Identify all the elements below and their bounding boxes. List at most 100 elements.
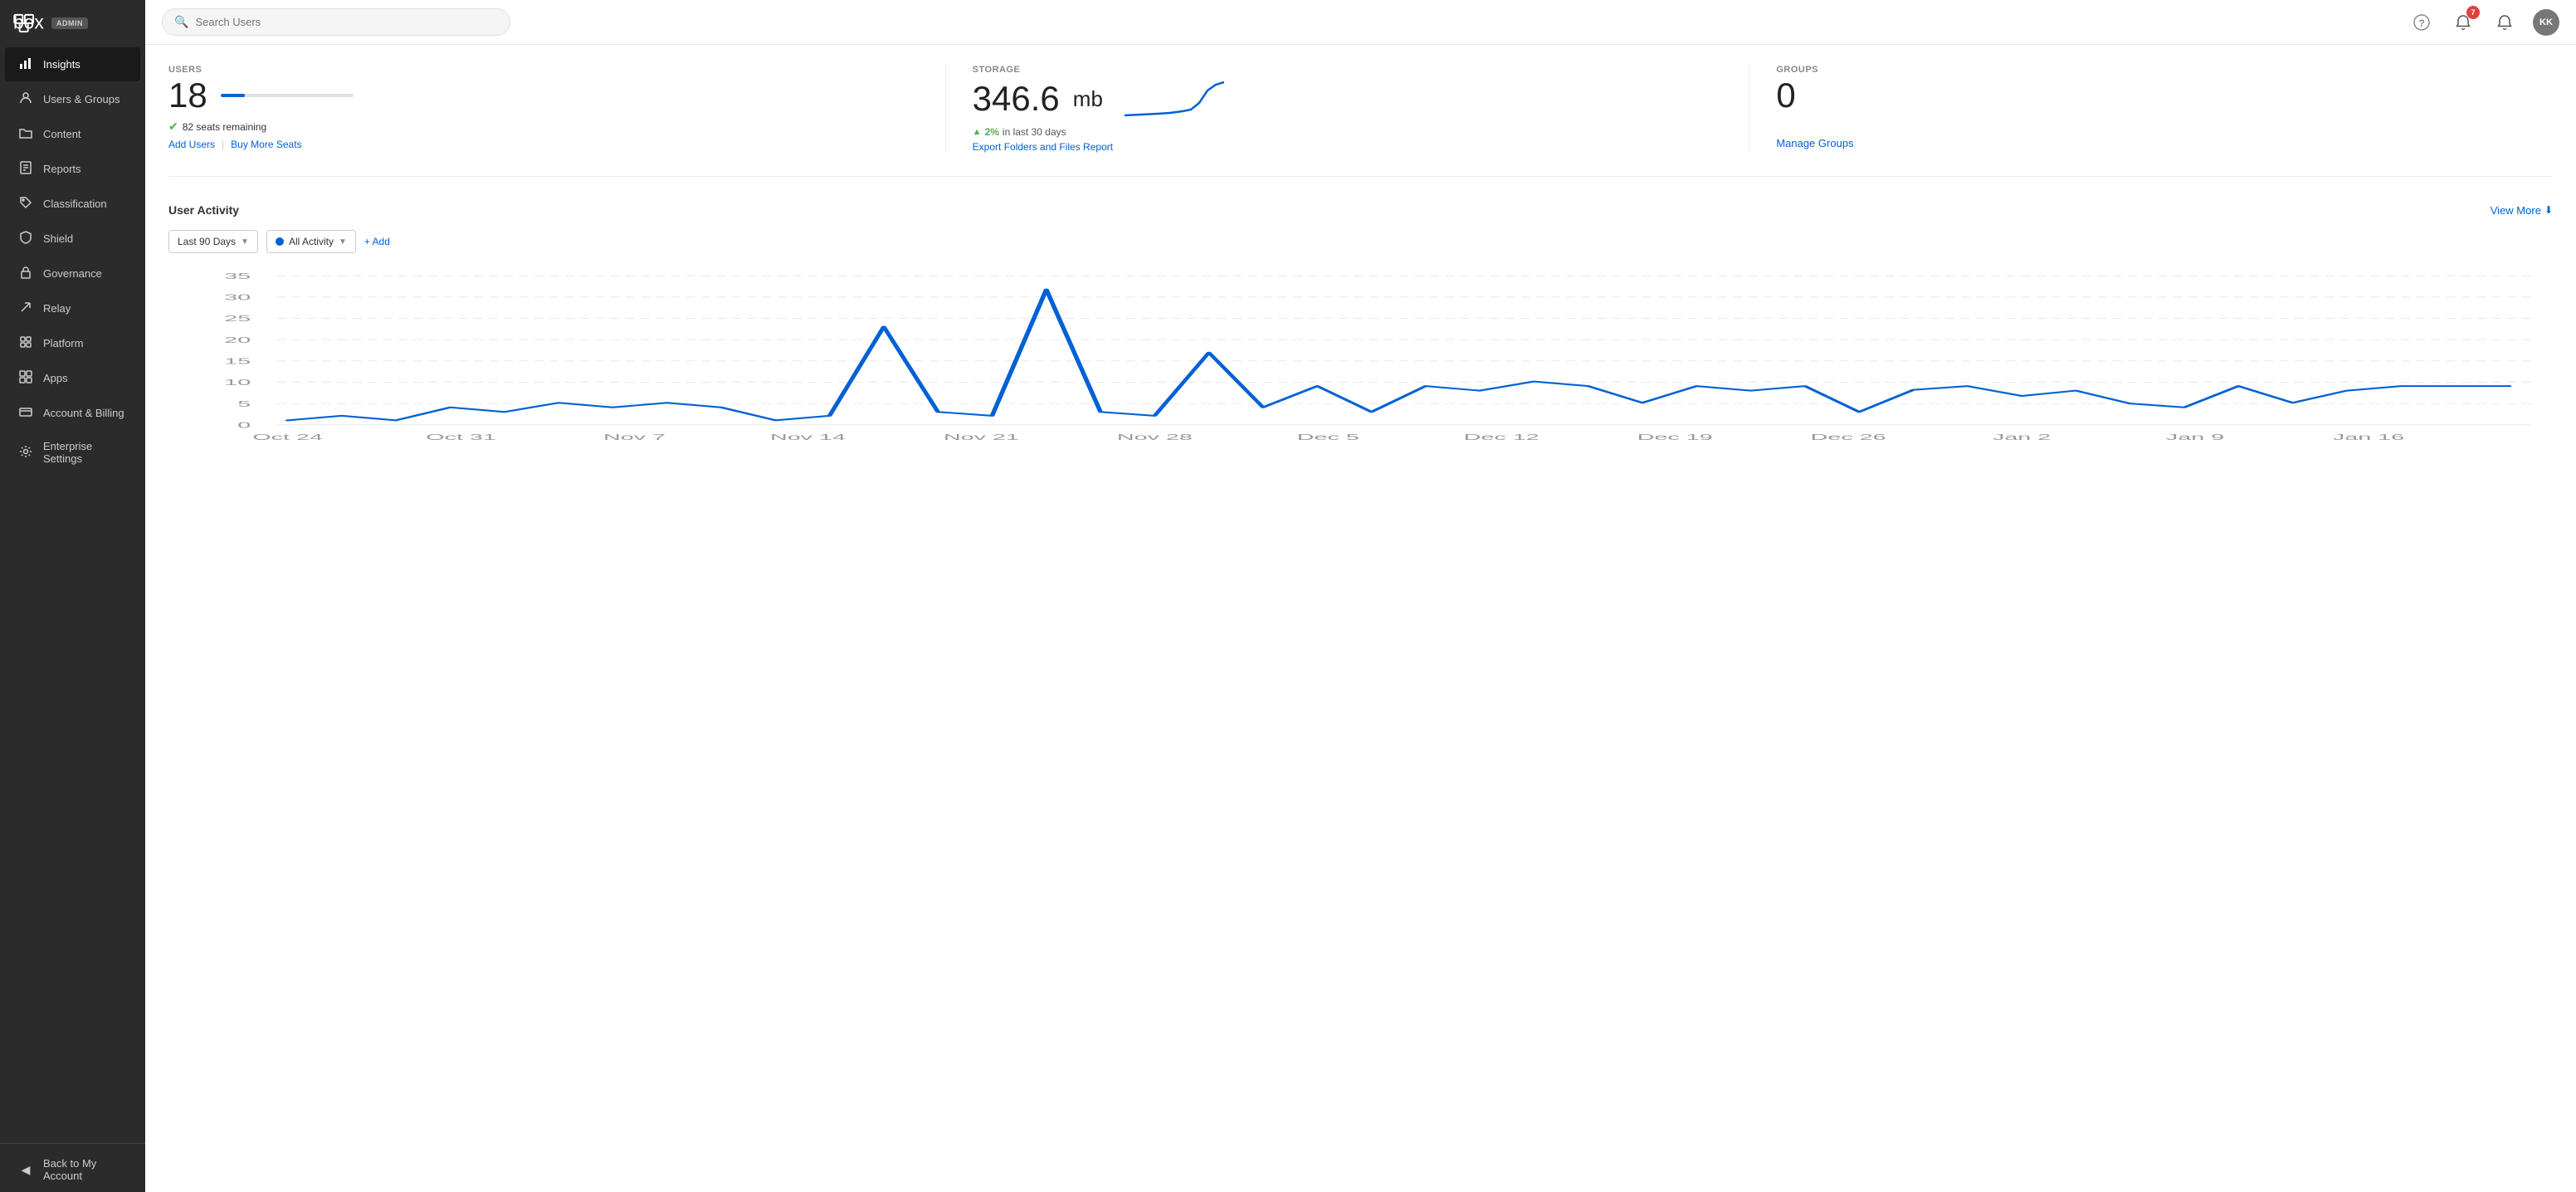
svg-text:Nov 14: Nov 14 <box>770 432 846 442</box>
notifications-button[interactable]: 7 <box>2450 9 2476 36</box>
box-logo: box <box>13 12 45 35</box>
back-label: Back to My Account <box>43 1157 127 1182</box>
sidebar-item-label: Classification <box>43 198 107 210</box>
activity-title: User Activity <box>168 203 239 217</box>
svg-text:Nov 21: Nov 21 <box>944 432 1019 442</box>
period-chevron: ▼ <box>241 237 249 247</box>
sidebar-item-label: Insights <box>43 58 80 71</box>
users-stat: USERS 18 ✔ 82 seats remaining Add Users … <box>168 65 946 153</box>
sidebar-item-label: Reports <box>43 163 81 175</box>
storage-change: ▲ 2% in last 30 days <box>973 126 1723 138</box>
user-avatar[interactable]: KK <box>2533 9 2559 36</box>
svg-text:Jan 9: Jan 9 <box>2166 432 2224 442</box>
sidebar-item-label: Enterprise Settings <box>43 440 127 465</box>
sidebar-item-governance[interactable]: Governance <box>5 256 140 291</box>
sidebar: box ADMIN Insights Users & Groups Conten… <box>0 0 145 1192</box>
users-links: Add Users | Buy More Seats <box>168 139 919 150</box>
alerts-button[interactable] <box>2491 9 2518 36</box>
gear-icon <box>18 445 33 461</box>
svg-text:15: 15 <box>224 357 251 366</box>
svg-text:?: ? <box>2418 17 2424 29</box>
storage-value: 346.6mb <box>973 78 1723 120</box>
progress-fill <box>221 94 245 97</box>
relay-icon <box>18 300 33 316</box>
header-actions: ? 7 KK <box>2408 9 2559 36</box>
svg-text:Oct 24: Oct 24 <box>252 432 323 442</box>
search-icon: 🔍 <box>174 15 188 29</box>
view-more-button[interactable]: View More ⬇ <box>2491 204 2553 217</box>
svg-text:Dec 19: Dec 19 <box>1637 432 1713 442</box>
svg-text:5: 5 <box>237 399 251 408</box>
stats-row: USERS 18 ✔ 82 seats remaining Add Users … <box>168 65 2553 177</box>
svg-text:Nov 7: Nov 7 <box>603 432 666 442</box>
groups-stat: GROUPS 0 Manage Groups <box>1776 65 2553 153</box>
sidebar-item-platform[interactable]: Platform <box>5 326 140 360</box>
sidebar-item-insights[interactable]: Insights <box>5 47 140 81</box>
filter-row: Last 90 Days ▼ All Activity ▼ + Add <box>168 230 2553 253</box>
sidebar-item-apps[interactable]: Apps <box>5 361 140 395</box>
svg-text:10: 10 <box>224 378 251 387</box>
storage-stat: STORAGE 346.6mb ▲ 2% in last 30 days Exp… <box>973 65 1750 153</box>
storage-mini-chart <box>1125 78 1224 120</box>
doc-icon <box>18 161 33 177</box>
svg-text:Dec 12: Dec 12 <box>1464 432 1539 442</box>
svg-text:0: 0 <box>237 421 251 430</box>
sidebar-item-relay[interactable]: Relay <box>5 291 140 325</box>
activity-filter[interactable]: All Activity ▼ <box>266 230 356 253</box>
add-users-link[interactable]: Add Users <box>168 139 215 150</box>
sidebar-item-back[interactable]: ◀ Back to My Account <box>5 1148 140 1191</box>
groups-value: 0 <box>1776 78 2526 113</box>
tag-icon <box>18 196 33 212</box>
sidebar-item-label: Account & Billing <box>43 407 124 419</box>
svg-text:25: 25 <box>224 314 251 323</box>
svg-text:Dec 26: Dec 26 <box>1811 432 1886 442</box>
sidebar-item-shield[interactable]: Shield <box>5 222 140 256</box>
sidebar-item-label: Content <box>43 128 81 140</box>
activity-chevron: ▼ <box>339 237 347 247</box>
search-bar[interactable]: 🔍 <box>162 8 510 36</box>
svg-text:35: 35 <box>224 271 251 281</box>
x-axis: Oct 24 Oct 31 Nov 7 Nov 14 Nov 21 Nov 28… <box>252 432 2404 442</box>
seats-remaining: ✔ 82 seats remaining <box>168 120 919 134</box>
search-input[interactable] <box>195 16 498 28</box>
sidebar-item-reports[interactable]: Reports <box>5 152 140 186</box>
manage-groups-link[interactable]: Manage Groups <box>1776 137 1853 149</box>
content-area: USERS 18 ✔ 82 seats remaining Add Users … <box>145 45 2576 1192</box>
check-icon: ✔ <box>168 120 178 134</box>
svg-text:30: 30 <box>224 293 251 302</box>
chart-svg: 35 30 25 20 15 10 5 0 <box>168 268 2553 451</box>
export-report-link[interactable]: Export Folders and Files Report <box>973 141 1113 153</box>
sidebar-item-label: Users & Groups <box>43 93 120 105</box>
period-filter[interactable]: Last 90 Days ▼ <box>168 230 258 253</box>
storage-label: STORAGE <box>973 65 1723 75</box>
activity-chart: 35 30 25 20 15 10 5 0 <box>168 268 2553 455</box>
sidebar-item-enterprise-settings[interactable]: Enterprise Settings <box>5 431 140 474</box>
main-area: 🔍 ? 7 KK USERS 18 <box>145 0 2576 1192</box>
sidebar-item-label: Apps <box>43 372 68 384</box>
logo-area: box ADMIN <box>0 0 145 46</box>
users-value: 18 <box>168 78 919 113</box>
sidebar-item-label: Platform <box>43 337 83 349</box>
sidebar-item-classification[interactable]: Classification <box>5 187 140 221</box>
sidebar-item-label: Shield <box>43 232 73 245</box>
person-icon <box>18 91 33 107</box>
admin-badge: ADMIN <box>51 17 88 29</box>
header: 🔍 ? 7 KK <box>145 0 2576 45</box>
groups-label: GROUPS <box>1776 65 2526 75</box>
sidebar-item-label: Governance <box>43 267 102 280</box>
users-progress <box>221 94 354 97</box>
svg-text:Dec 5: Dec 5 <box>1297 432 1359 442</box>
sidebar-item-content[interactable]: Content <box>5 117 140 151</box>
sidebar-item-users-groups[interactable]: Users & Groups <box>5 82 140 116</box>
svg-text:Jan 16: Jan 16 <box>2333 432 2404 442</box>
bar-chart-icon <box>18 56 33 72</box>
add-filter-button[interactable]: + Add <box>364 236 390 247</box>
sidebar-item-label: Relay <box>43 302 71 315</box>
platform-icon <box>18 335 33 351</box>
download-icon: ⬇ <box>2544 204 2553 216</box>
svg-text:Jan 2: Jan 2 <box>1993 432 2051 442</box>
grid-icon <box>18 370 33 386</box>
buy-seats-link[interactable]: Buy More Seats <box>231 139 301 150</box>
help-button[interactable]: ? <box>2408 9 2435 36</box>
sidebar-item-account-billing[interactable]: Account & Billing <box>5 396 140 430</box>
